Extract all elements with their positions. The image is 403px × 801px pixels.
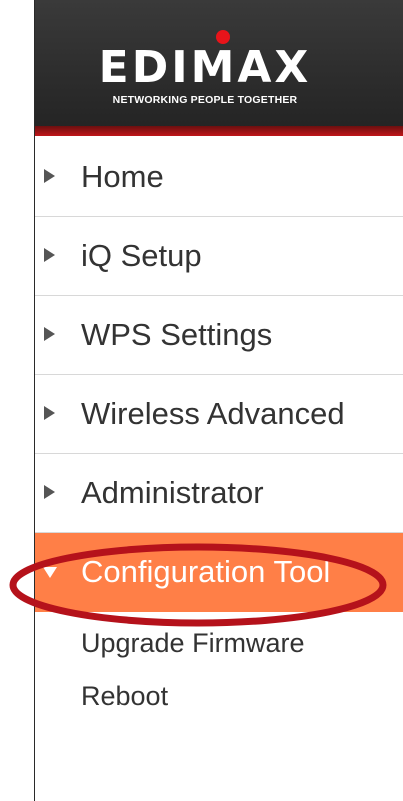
submenu-item-reboot[interactable]: Reboot <box>81 681 168 712</box>
sidebar-menu: Home iQ Setup WPS Settings Wireless Adva… <box>35 138 403 612</box>
triangle-down-icon <box>43 567 57 578</box>
menu-item-label: Configuration Tool <box>81 554 331 589</box>
logo-wordmark: EDIMAX <box>98 42 312 93</box>
triangle-right-icon <box>44 169 55 183</box>
triangle-right-icon <box>44 327 55 341</box>
menu-item-home[interactable]: Home <box>35 138 403 217</box>
menu-item-administrator[interactable]: Administrator <box>35 454 403 533</box>
menu-item-wireless-advanced[interactable]: Wireless Advanced <box>35 375 403 454</box>
triangle-right-icon <box>44 485 55 499</box>
menu-item-configuration-tool[interactable]: Configuration Tool <box>35 533 403 612</box>
menu-item-label: Home <box>81 159 164 194</box>
triangle-right-icon <box>44 248 55 262</box>
sidebar-panel: EDIMAX NETWORKING PEOPLE TOGETHER Home i… <box>34 0 403 801</box>
menu-item-label: WPS Settings <box>81 317 273 352</box>
menu-item-iq-setup[interactable]: iQ Setup <box>35 217 403 296</box>
edimax-logo: EDIMAX NETWORKING PEOPLE TOGETHER <box>75 30 335 110</box>
submenu-item-upgrade-firmware[interactable]: Upgrade Firmware <box>81 628 305 659</box>
menu-item-label: Administrator <box>81 475 264 510</box>
brand-header: EDIMAX NETWORKING PEOPLE TOGETHER <box>35 0 403 136</box>
triangle-right-icon <box>44 406 55 420</box>
menu-item-wps-settings[interactable]: WPS Settings <box>35 296 403 375</box>
logo-tagline: NETWORKING PEOPLE TOGETHER <box>112 94 298 106</box>
header-red-stripe <box>35 126 403 136</box>
menu-item-label: Wireless Advanced <box>81 396 345 431</box>
menu-item-label: iQ Setup <box>81 238 202 273</box>
